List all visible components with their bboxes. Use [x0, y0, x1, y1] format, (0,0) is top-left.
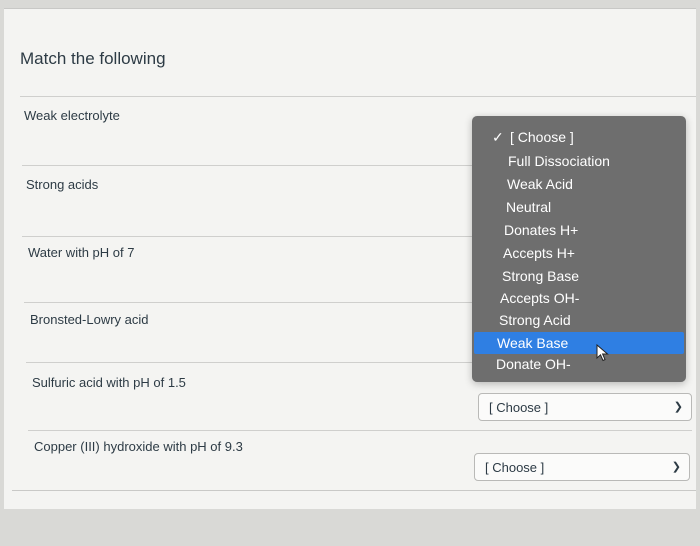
answer-dropdown-menu[interactable]: ✓ [ Choose ] Full Dissociation Weak Acid…: [472, 116, 686, 382]
select-value: [ Choose ]: [485, 460, 545, 475]
row-divider: [22, 165, 472, 166]
card-bottom-border: [12, 490, 696, 491]
match-prompt-label: Sulfuric acid with pH of 1.5: [32, 375, 186, 390]
row-divider: [24, 302, 472, 303]
dropdown-option[interactable]: Accepts H+: [472, 242, 686, 264]
question-title: Match the following: [20, 49, 166, 68]
answer-select[interactable]: [ Choose ] ❯: [474, 453, 690, 481]
dropdown-option[interactable]: Donate OH-: [472, 353, 686, 375]
chevron-down-icon: ❯: [671, 461, 681, 473]
dropdown-option-highlighted[interactable]: Weak Base: [474, 332, 684, 354]
row-divider: [26, 362, 472, 363]
row-divider: [28, 430, 692, 431]
checkmark-icon: ✓: [492, 129, 504, 145]
title-divider: [20, 96, 696, 97]
row-divider: [22, 236, 472, 237]
match-prompt-label: Bronsted-Lowry acid: [30, 312, 149, 327]
dropdown-option[interactable]: Accepts OH-: [472, 287, 686, 309]
dropdown-option-choose[interactable]: ✓ [ Choose ]: [472, 126, 686, 148]
match-prompt-label: Weak electrolyte: [24, 108, 120, 123]
match-prompt-label: Water with pH of 7: [28, 245, 135, 260]
answer-select[interactable]: [ Choose ] ❯: [478, 393, 692, 421]
chevron-down-icon: ❯: [673, 401, 683, 413]
dropdown-option[interactable]: Neutral: [472, 196, 686, 218]
select-value: [ Choose ]: [489, 400, 549, 415]
dropdown-option[interactable]: Full Dissociation: [472, 150, 686, 172]
dropdown-option[interactable]: Weak Acid: [472, 173, 686, 195]
dropdown-option[interactable]: Strong Base: [472, 265, 686, 287]
match-prompt-label: Strong acids: [26, 177, 99, 192]
match-prompt-label: Copper (III) hydroxide with pH of 9.3: [34, 439, 243, 454]
dropdown-option[interactable]: Strong Acid: [472, 309, 686, 331]
mouse-pointer-icon: [596, 344, 609, 362]
dropdown-option[interactable]: Donates H+: [472, 219, 686, 241]
